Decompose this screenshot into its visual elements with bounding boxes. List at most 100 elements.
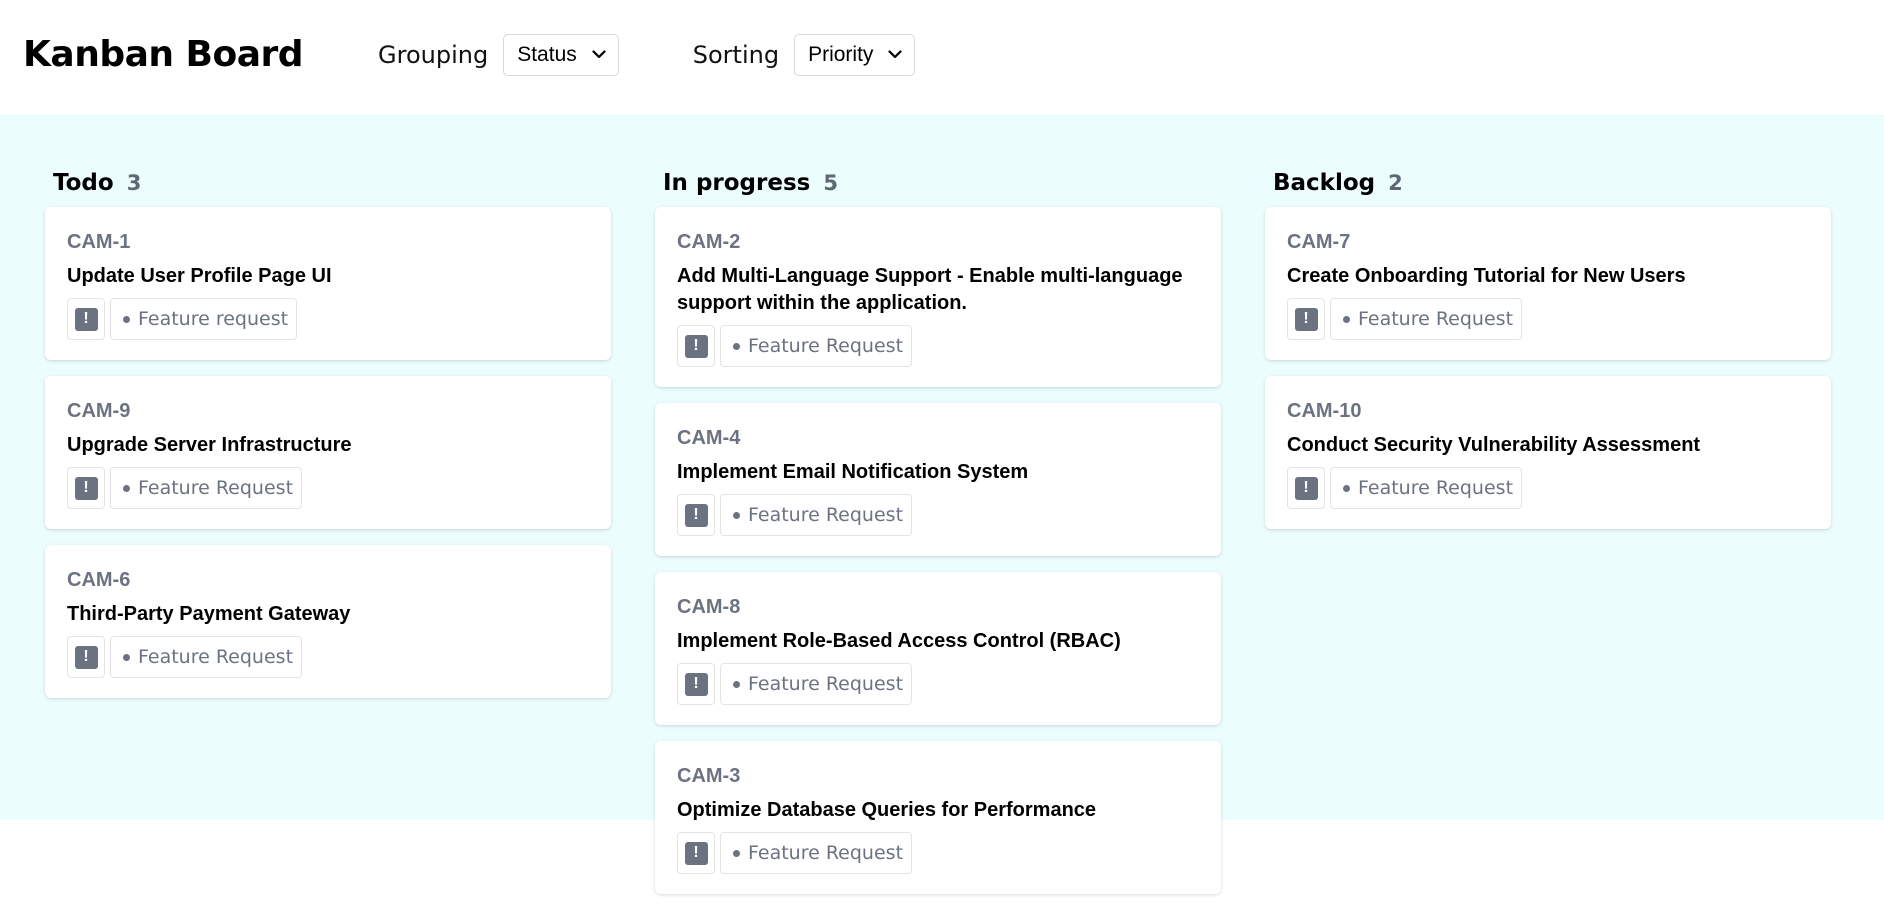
ticket-card[interactable]: CAM-9 Upgrade Server Infrastructure ! Fe…	[45, 376, 611, 529]
priority-badge: !	[677, 494, 715, 536]
column-count: 2	[1388, 171, 1403, 195]
dot-icon	[733, 849, 740, 857]
urgent-priority-icon: !	[74, 645, 98, 669]
ticket-card[interactable]: CAM-4 Implement Email Notification Syste…	[655, 403, 1221, 556]
dot-icon	[733, 680, 740, 688]
column-header: Backlog 2	[1265, 170, 1831, 206]
priority-badge: !	[67, 636, 105, 678]
priority-badge: !	[677, 325, 715, 367]
ticket-card[interactable]: CAM-1 Update User Profile Page UI ! Feat…	[45, 207, 611, 360]
dot-icon	[733, 511, 740, 519]
ticket-title: Add Multi-Language Support - Enable mult…	[677, 265, 1183, 314]
tag-label: Feature Request	[748, 504, 904, 526]
feature-tag: Feature request	[110, 298, 298, 340]
column-title: Todo	[53, 170, 114, 196]
feature-tag: Feature Request	[720, 832, 913, 874]
ticket-id: CAM-1	[67, 231, 131, 253]
tag-label: Feature Request	[748, 842, 904, 864]
tag-label: Feature Request	[1358, 308, 1514, 330]
urgent-priority-icon: !	[1294, 476, 1318, 500]
column-title: In progress	[663, 170, 811, 196]
tag-label: Feature Request	[138, 477, 294, 499]
ticket-tags: ! Feature Request	[1287, 298, 1809, 340]
ticket-title: Implement Role-Based Access Control (RBA…	[677, 630, 1121, 652]
ticket-tags: ! Feature Request	[677, 494, 1199, 536]
column-count: 3	[126, 171, 142, 195]
ticket-id: CAM-2	[677, 231, 741, 253]
priority-badge: !	[1287, 298, 1325, 340]
grouping-label: Grouping	[378, 40, 489, 69]
column-todo: Todo 3 CAM-1 Update User Profile Page UI…	[45, 170, 611, 714]
grouping-control: Grouping Status	[378, 33, 619, 76]
kanban-board: Todo 3 CAM-1 Update User Profile Page UI…	[0, 115, 1884, 894]
dot-icon	[123, 484, 130, 492]
ticket-title: Conduct Security Vulnerability Assessmen…	[1287, 434, 1701, 456]
grouping-select[interactable]: Status	[503, 33, 619, 76]
sorting-select-value: Priority	[808, 42, 874, 66]
ticket-card[interactable]: CAM-2 Add Multi-Language Support - Enabl…	[655, 207, 1221, 387]
page-title: Kanban Board	[23, 34, 304, 75]
column-backlog: Backlog 2 CAM-7 Create Onboarding Tutori…	[1265, 170, 1831, 545]
ticket-title: Update User Profile Page UI	[67, 265, 332, 287]
priority-badge: !	[67, 467, 105, 509]
ticket-card[interactable]: CAM-8 Implement Role-Based Access Contro…	[655, 572, 1221, 725]
feature-tag: Feature Request	[110, 467, 303, 509]
sorting-label: Sorting	[692, 40, 780, 69]
ticket-id: CAM-6	[67, 569, 131, 591]
ticket-tags: ! Feature Request	[67, 636, 589, 678]
urgent-priority-icon: !	[1294, 307, 1318, 331]
ticket-title: Third-Party Payment Gateway	[67, 603, 351, 625]
feature-tag: Feature Request	[720, 325, 913, 367]
priority-badge: !	[1287, 467, 1325, 509]
urgent-priority-icon: !	[684, 841, 708, 865]
feature-tag: Feature Request	[720, 663, 913, 705]
dot-icon	[123, 315, 130, 323]
ticket-id: CAM-10	[1287, 400, 1362, 422]
ticket-card[interactable]: CAM-7 Create Onboarding Tutorial for New…	[1265, 207, 1831, 360]
ticket-card[interactable]: CAM-6 Third-Party Payment Gateway ! Feat…	[45, 545, 611, 698]
ticket-title: Implement Email Notification System	[677, 461, 1029, 483]
urgent-priority-icon: !	[684, 503, 708, 527]
ticket-tags: ! Feature Request	[677, 832, 1199, 874]
priority-badge: !	[67, 298, 105, 340]
urgent-priority-icon: !	[74, 476, 98, 500]
column-in-progress: In progress 5 CAM-2 Add Multi-Language S…	[655, 170, 1221, 910]
column-title: Backlog	[1273, 170, 1376, 196]
ticket-card[interactable]: CAM-10 Conduct Security Vulnerability As…	[1265, 376, 1831, 529]
ticket-tags: ! Feature Request	[1287, 467, 1809, 509]
ticket-id: CAM-4	[677, 427, 741, 449]
chevron-down-icon	[888, 50, 903, 59]
feature-tag: Feature Request	[720, 494, 913, 536]
tag-label: Feature Request	[748, 335, 904, 357]
priority-badge: !	[677, 663, 715, 705]
ticket-tags: ! Feature Request	[67, 467, 589, 509]
feature-tag: Feature Request	[1330, 298, 1523, 340]
ticket-id: CAM-9	[67, 400, 131, 422]
column-count: 5	[823, 171, 838, 195]
tag-label: Feature request	[138, 308, 289, 330]
ticket-id: CAM-3	[677, 765, 741, 787]
column-header: Todo 3	[45, 170, 611, 206]
sorting-control: Sorting Priority	[692, 33, 916, 76]
ticket-tags: ! Feature request	[67, 298, 589, 340]
feature-tag: Feature Request	[1330, 467, 1523, 509]
urgent-priority-icon: !	[684, 672, 708, 696]
ticket-id: CAM-8	[677, 596, 741, 618]
ticket-id: CAM-7	[1287, 231, 1351, 253]
ticket-title: Upgrade Server Infrastructure	[67, 434, 352, 456]
sorting-select[interactable]: Priority	[794, 33, 916, 76]
ticket-card[interactable]: CAM-3 Optimize Database Queries for Perf…	[655, 741, 1221, 894]
tag-label: Feature Request	[1358, 477, 1514, 499]
urgent-priority-icon: !	[74, 307, 98, 331]
ticket-title: Create Onboarding Tutorial for New Users	[1287, 265, 1686, 287]
dot-icon	[123, 653, 130, 661]
column-header: In progress 5	[655, 170, 1221, 206]
dot-icon	[1343, 484, 1350, 492]
tag-label: Feature Request	[138, 646, 294, 668]
urgent-priority-icon: !	[684, 334, 708, 358]
ticket-tags: ! Feature Request	[677, 663, 1199, 705]
chevron-down-icon	[592, 50, 606, 59]
top-bar: Kanban Board Grouping Status Sorting Pri…	[0, 0, 1884, 115]
ticket-tags: ! Feature Request	[677, 325, 1199, 367]
dot-icon	[733, 342, 740, 350]
